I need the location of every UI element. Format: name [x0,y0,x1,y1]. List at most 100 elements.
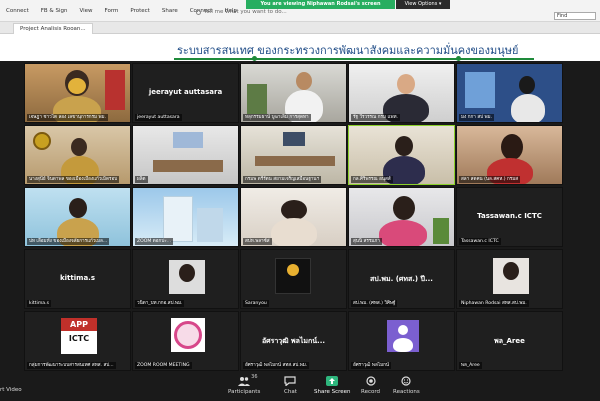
face-mask-icon [68,78,86,94]
video-tile[interactable]: สป.พม. (ศทส.) ปี... สป.พม. (ศทส.) วิศิษฐ… [348,249,455,309]
video-tile[interactable]: kittima.s kittima.s [24,249,131,309]
participant-name: kittima.s [27,300,51,307]
chat-button[interactable]: Chat [284,376,297,395]
participant-name: กลุ่มการพัฒนาระบบสารสนเทศ สทส. สป... [27,362,116,369]
video-tile[interactable]: ปท เลือมหัง ของเมืองจลัยการแก้วเมล... [24,187,131,247]
participant-display-name: kittima.s [60,274,95,282]
participant-display-name: พล_Aree [494,337,525,345]
video-tile[interactable]: พล_Aree พล_Aree [456,311,563,371]
participant-name: ZOOM ดอกปะ... [135,238,174,245]
tell-me-text: Tell me what you want to do... [204,9,287,15]
participant-name: Saranyou [243,300,269,307]
video-tile[interactable]: รัฐ วีรวรรณ กรม แพท. [348,63,455,123]
participants-icon: 36 [238,374,258,386]
default-avatar-icon [387,320,419,352]
document-tab[interactable]: Project Analisis Rooan... [13,23,93,34]
participants-button[interactable]: 36 Participants [228,374,261,395]
screen-share-banner: You are viewing Niphawan Rodsai's screen [246,0,395,9]
participant-display-name: อัศราวุฒิ พลไมกน์... [261,337,326,345]
ribbon-menu-item[interactable]: FB & Sign [35,8,74,14]
video-tile[interactable]: APP ICTC กลุ่มการพัฒนาระบบสารสนเทศ สทส. … [24,311,131,371]
video-tile[interactable]: อัศราวุฒิ พลไมกน์ [348,311,455,371]
video-tile[interactable]: สปห.พลาซ์ส่ [240,187,347,247]
video-tile[interactable]: ZOOM ดอกปะ... [132,187,239,247]
ministry-seal-icon [171,318,205,352]
ribbon-menu-item[interactable]: Protect [124,8,155,14]
person-body [271,218,317,246]
video-tile[interactable]: ZOOM ROOM MEETING [132,311,239,371]
title-dot [252,56,257,61]
participant-name: สปห.พลาซ์ส่ [243,238,272,245]
tell-me-search[interactable]: Tell me what you want to do... [196,9,287,15]
chat-label: Chat [284,389,297,395]
app-ictc-logo: APP ICTC [61,318,97,354]
video-tile[interactable]: ผลิต [132,125,239,185]
video-tile[interactable]: jeerayut auttasara jeerayut auttasara [132,63,239,123]
table-shape [255,156,335,166]
video-tile[interactable]: เจษฎา ชาวไต ลอง เลขานุการกรม พม. [24,63,131,123]
meeting-toolbar: rt Video 36 Participants Chat Share Scre… [0,374,600,401]
view-options-button[interactable]: View Options ▾ [396,0,450,9]
video-tile[interactable]: Saranyou [240,249,347,309]
video-tile[interactable]: Niphawan Rodsai สทส.สป.พม. [456,249,563,309]
avatar-body [393,338,413,352]
video-tile[interactable]: วนิดา_บท.กกอ.สป.พม. [132,249,239,309]
seal-ring [174,321,202,349]
plant-shape [247,84,267,114]
participant-name: สุนนิ่ สรรมภา [351,238,382,245]
slide-title: ระบบสารสนเทศ ของกระทรวงการพัฒนาสังคมและค… [177,44,519,57]
participant-display-name: Tassawan.c ICTC [477,212,542,220]
reactions-label: Reactions [393,389,420,395]
logo-line-ictc: ICTC [68,334,90,343]
reactions-button[interactable]: Reactions [393,376,420,395]
plant-shape [433,218,449,244]
emblem-icon [33,132,51,150]
person-head [395,136,413,156]
participant-name: นางสุนีย์ จินดาพล ของเมืองเมืองแก้วเม็ดร… [27,176,120,183]
video-tile[interactable]: สุนนิ่ สรรมภา [348,187,455,247]
participant-name: jeerayut auttasara [135,114,182,121]
video-tile[interactable]: อัศราวุฒิ พลไมกน์... อัศราวุฒิ พลไมกน์ ส… [240,311,347,371]
flag-shape [105,70,125,110]
person-body [379,220,427,246]
participant-name: พล_Aree [459,362,482,369]
reactions-icon [400,376,412,386]
logo-line-app: APP [61,318,97,331]
document-tabbar: Project Analisis Rooan... [0,22,600,34]
stop-video-button[interactable]: rt Video [0,387,22,393]
person-head [519,76,535,94]
lightbulb-icon [196,9,201,15]
record-icon [365,376,377,386]
participant-display-name: สป.พม. (ศทส.) ปี... [370,275,433,283]
video-tile[interactable]: สลา สดคน (นล.สคห.) กรมส [456,125,563,185]
ribbon-menu-item[interactable]: Form [99,8,125,14]
video-gallery: เจษฎา ชาวไต ลอง เลขานุการกรม พม. jeerayu… [22,63,569,373]
thinking-person-icon [287,264,299,276]
video-tile[interactable]: นางสุนีย์ จินดาพล ของเมืองเมืองแก้วเม็ดร… [24,125,131,185]
participant-name: สป.พม. (ศทส.) วิศิษฐ์ [351,300,398,307]
ribbon-menu-item[interactable]: View [73,8,98,14]
participant-name: กล.ศิริพรรณ อนุสส์ [351,176,393,183]
find-input[interactable]: Find [554,12,596,20]
person-head [281,200,307,220]
title-dot [456,56,461,61]
ribbon-menu-item[interactable]: Share [156,8,184,14]
participant-name: อัศราวุฒิ พลไมกน์ [351,362,392,369]
avatar-head [398,325,408,335]
video-tile-active-speaker[interactable]: กล.ศิริพรรณ อนุสส์ [348,125,455,185]
participants-label: Participants [228,389,261,395]
share-screen-icon [326,376,339,386]
person-head [503,262,519,280]
participant-name: ZOOM ROOM MEETING [135,362,192,369]
participant-name: มง กกา สป พม. [459,114,495,121]
building-shape [197,208,223,242]
person-head [397,74,415,94]
video-tile[interactable]: กรมพ ตรีรัตน สยามเจริญเสมือนฐานฯ [240,125,347,185]
video-tile[interactable]: หลุกรรมธาน์ บูฆาเลิม การสุดทา [240,63,347,123]
zoom-window: Connect FB & Sign View Form Protect Shar… [0,0,600,401]
record-button[interactable]: Record [361,376,380,395]
video-tile[interactable]: มง กกา สป พม. [456,63,563,123]
ribbon-menu-item[interactable]: Connect [0,8,35,14]
video-tile[interactable]: Tassawan.c ICTC Tassawan.c ICTC [456,187,563,247]
share-screen-button[interactable]: Share Screen [314,376,351,395]
